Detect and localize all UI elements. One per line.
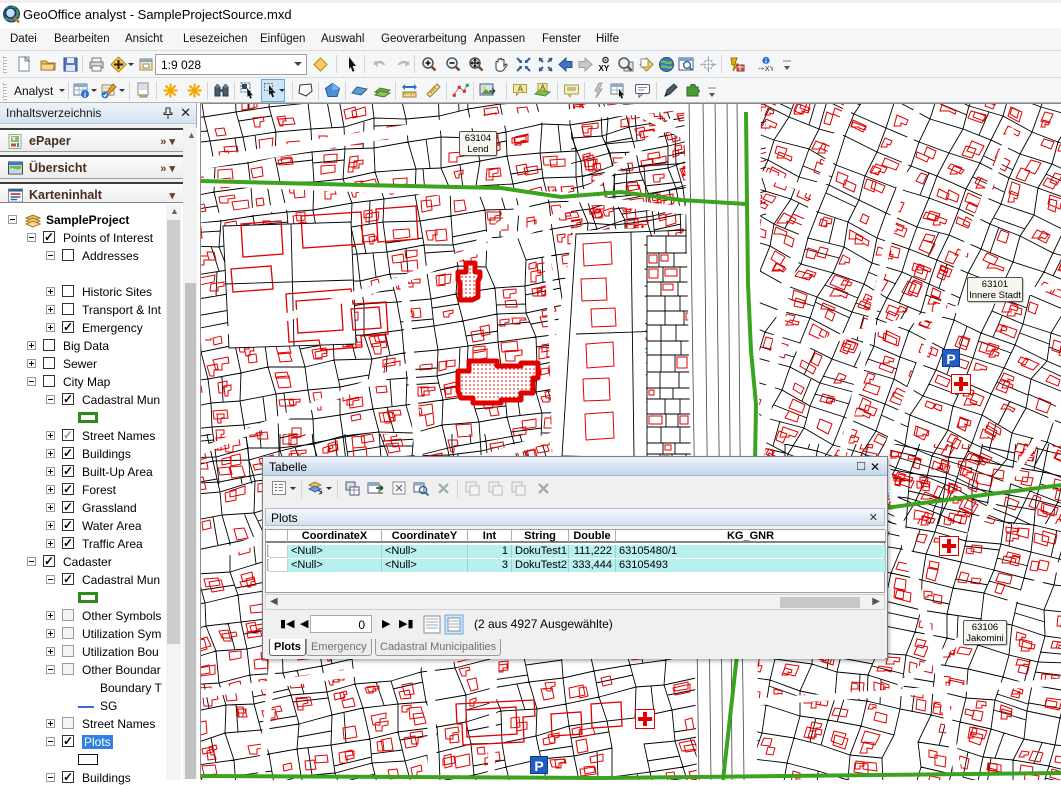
svg-text:XY: XY <box>599 64 610 73</box>
svg-text:i: i <box>84 90 86 99</box>
svg-text:A: A <box>518 85 524 94</box>
svg-text:A: A <box>540 83 546 92</box>
svg-text:-÷XY: -÷XY <box>758 64 773 73</box>
